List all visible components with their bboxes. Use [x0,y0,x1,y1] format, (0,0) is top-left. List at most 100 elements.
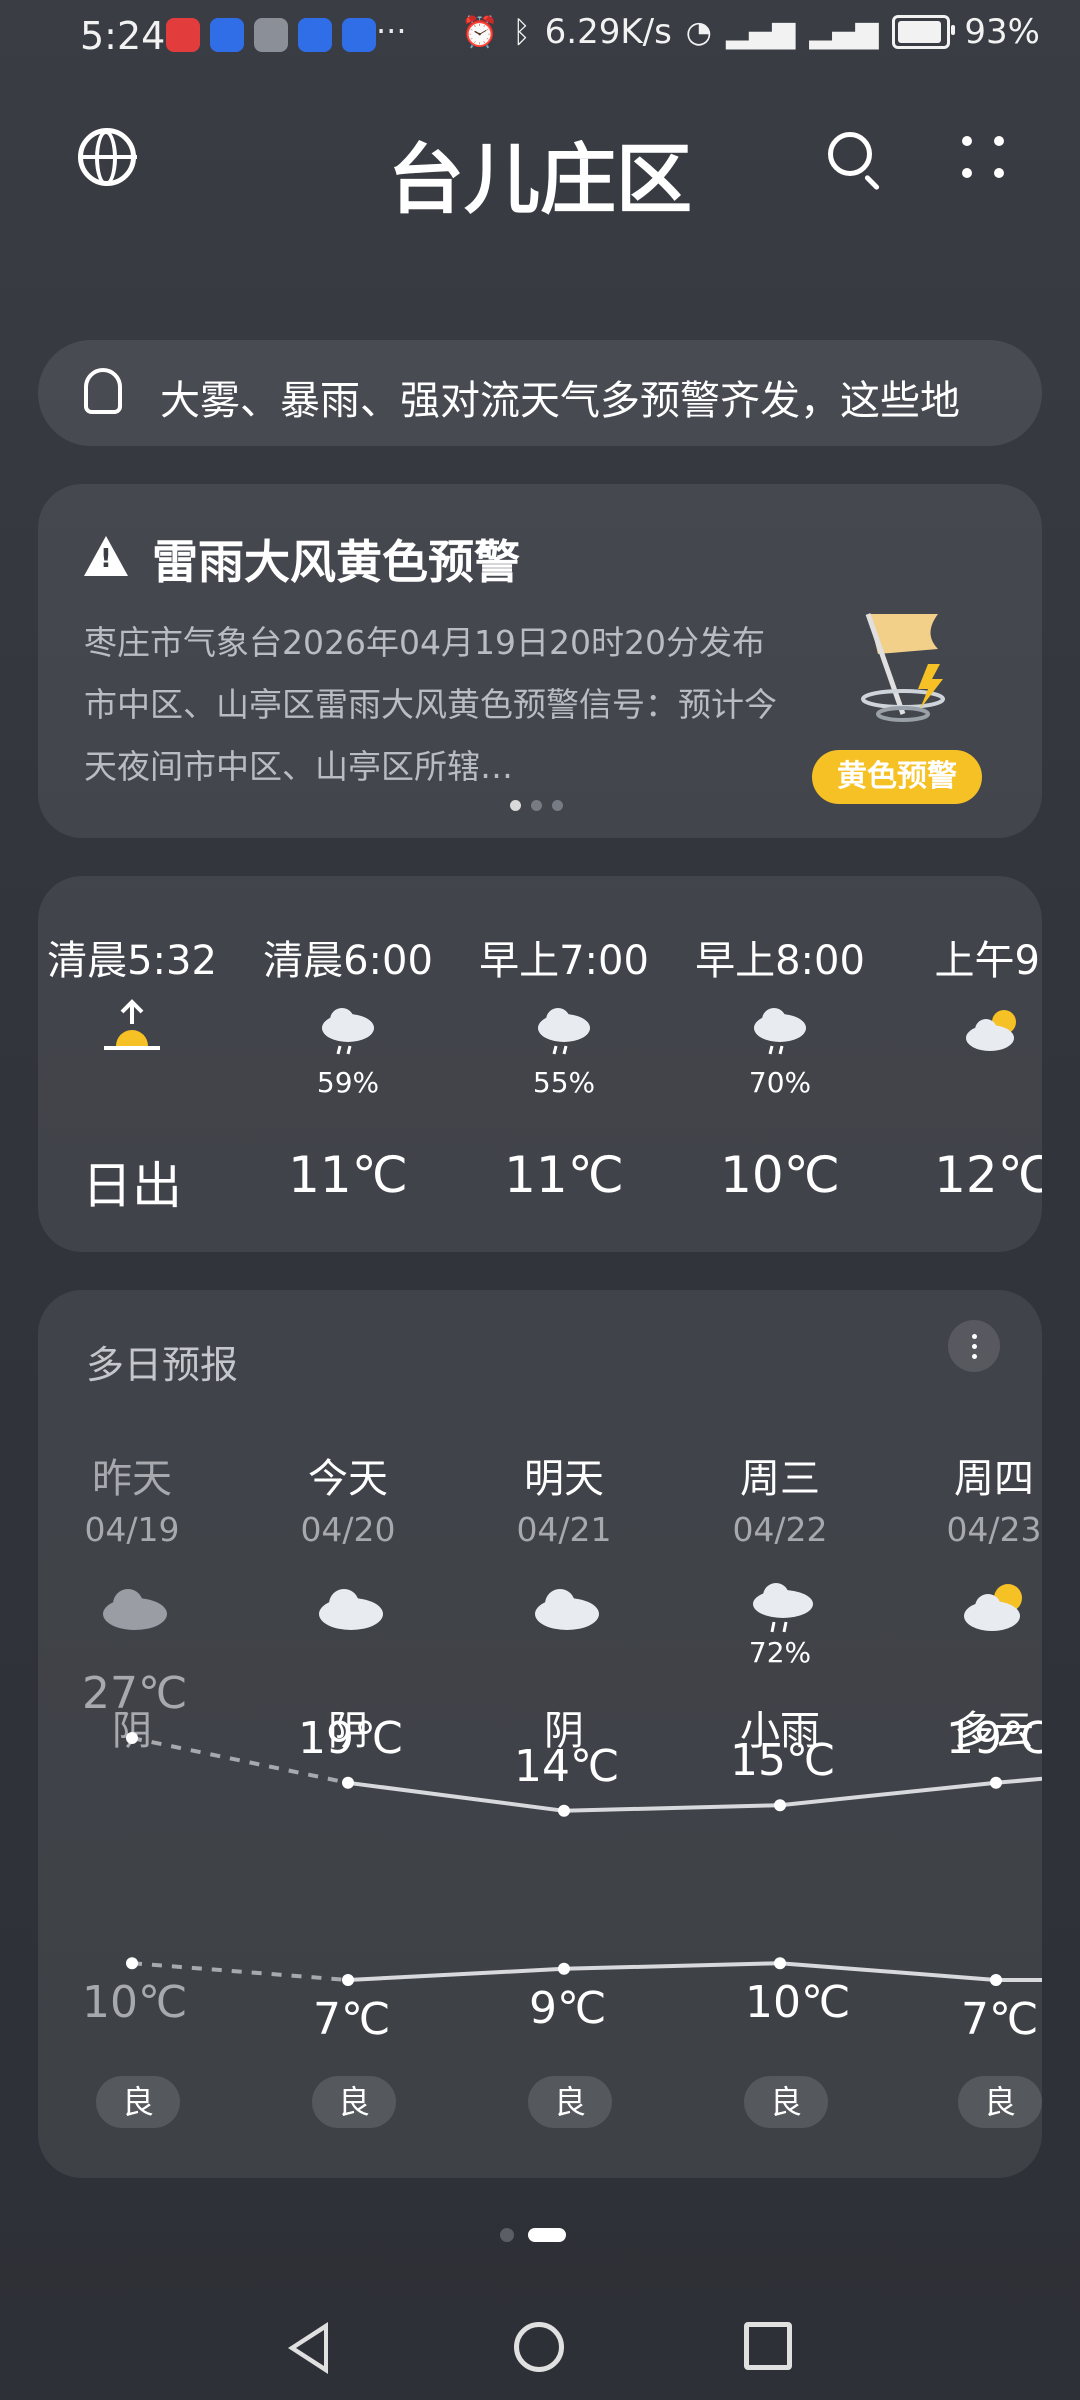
rain-cloud-icon [754,1008,806,1055]
daily-forecast-title: 多日预报 [86,1343,239,1387]
day-date: 04/19 [84,1510,180,1549]
high-temp-label: 19℃ [298,1712,404,1764]
system-nav-bar [0,2300,1080,2400]
notification-icons [166,18,376,52]
page-dot-active[interactable] [528,2228,566,2242]
low-temp-point [126,1957,138,1970]
high-temp-point [342,1776,354,1789]
low-temp-point [774,1957,786,1970]
baidu-paw-icon [342,18,376,52]
wifi-icon: ◔ [685,14,712,50]
high-temp-line [995,1776,1042,1785]
high-temp-point [558,1804,570,1817]
partly-cloudy-icon [966,1010,1016,1051]
recent-apps-icon[interactable] [744,2322,792,2370]
battery-fill [898,21,942,43]
page-indicator [500,2228,566,2242]
cloud-icon [535,1589,599,1630]
low-temp-label: 10℃ [82,1977,188,2029]
home-icon[interactable] [514,2322,564,2372]
hourly-time: 上午9: [934,938,1042,984]
city-title: 台儿庄区 [388,135,692,224]
low-temp-label: 9℃ [529,1982,607,2034]
day-label: 明天 [524,1456,604,1502]
high-temp-label: 19℃ [946,1712,1042,1764]
aqi-badge: 良 [958,2076,1042,2128]
status-time: 5:24 [80,14,166,58]
low-temp-line [563,1961,781,1971]
more-menu-icon[interactable] [958,132,1008,182]
rain-cloud-icon [538,1008,590,1055]
daily-forecast-card[interactable]: 多日预报 昨天 04/19 阴 良 今天 04/20 阴 良 明天 04/21 … [38,1290,1042,2178]
day-date: 04/21 [516,1510,612,1549]
cloud-icon [103,1589,167,1630]
low-temp-label: 7℃ [313,1994,391,2045]
signal-5g-icon: ▂▄▆ [725,14,796,50]
hourly-forecast-card[interactable]: 清晨5:32 日出 清晨6:00 59% 11℃ 早上7:00 55% 11℃ … [38,876,1042,1252]
day-label: 周四 [954,1456,1034,1502]
day-label: 周三 [740,1456,820,1502]
battery-percent: 93% [964,12,1040,52]
hourly-time: 早上7:00 [479,938,649,984]
alert-title: 雷雨大风黄色预警 [152,535,520,589]
pager-dot [510,800,521,811]
aqi-badge: 良 [528,2076,612,2128]
pager-dot [531,800,542,811]
top-bar: 台儿庄区 [0,110,1080,224]
page-dot[interactable] [500,2228,514,2242]
network-speed: 6.29K/s [544,12,672,52]
hourly-temp: 10℃ [720,1146,840,1204]
high-temp-point [990,1776,1002,1789]
battery-icon [892,15,956,49]
news-ticker[interactable]: 大雾、暴雨、强对流天气多预警齐发，这些地 [38,340,1042,446]
hourly-time: 早上8:00 [695,938,865,984]
storm-flag-icon [861,613,945,722]
low-temp-label: 10℃ [745,1977,851,2029]
bell-icon [84,368,122,414]
day-date: 04/22 [732,1510,828,1549]
daily-more-icon[interactable] [948,1320,1000,1372]
baidu-paw-icon [298,18,332,52]
aqi-badge: 良 [744,2076,828,2128]
pager-dot [552,800,563,811]
day-label: 今天 [308,1456,388,1502]
day-date: 04/23 [946,1510,1042,1549]
weather-alert-card[interactable]: 雷雨大风黄色预警 枣庄市气象台2026年04月19日20时20分发布市中区、山亭… [38,484,1042,838]
hourly-temp: 11℃ [288,1146,408,1204]
status-right: ⏰ ᛒ 6.29K/s ◔ ▂▄▆ ▂▄▆ 93% [461,12,1040,52]
warning-icon [84,536,128,576]
precip-chance: 55% [532,1066,596,1099]
sunrise-icon [104,999,160,1050]
high-temp-label: 14℃ [514,1740,620,1792]
rain-cloud-icon [322,1008,374,1055]
huawei-app-icon [166,18,200,52]
partly-cloudy-icon [964,1584,1022,1631]
news-text: 大雾、暴雨、强对流天气多预警齐发，这些地 [160,378,960,424]
aqi-badge: 良 [96,2076,180,2128]
aqi-badge: 良 [312,2076,396,2128]
baidu-paw-icon [210,18,244,52]
low-temp-point [342,1974,354,1986]
precip-chance: 70% [748,1066,812,1099]
alert-level-badge: 黄色预警 [812,750,982,804]
hourly-temp: 12℃ [934,1146,1042,1204]
high-temp-label: 27℃ [82,1668,188,1719]
hourly-time: 清晨6:00 [263,938,433,984]
low-temp-point [990,1974,1002,1986]
sunrise-label: 日出 [82,1157,182,1215]
day-label: 昨天 [92,1456,172,1502]
rain-cloud-icon [753,1583,813,1633]
low-temp-point [558,1962,570,1975]
wechat-icon [254,18,288,52]
high-temp-point [774,1799,786,1812]
back-icon[interactable] [288,2322,328,2374]
alert-pager [510,800,563,811]
high-temp-label: 15℃ [730,1735,836,1787]
alert-description: 枣庄市气象台2026年04月19日20时20分发布市中区、山亭区雷雨大风黄色预警… [84,623,777,786]
low-temp-line [347,1966,565,1982]
hourly-time: 清晨5:32 [47,938,217,984]
search-icon[interactable] [828,132,872,176]
more-notifications-icon: ··· [376,12,407,50]
precip-chance: 59% [316,1066,380,1099]
day-date: 04/20 [300,1510,396,1549]
